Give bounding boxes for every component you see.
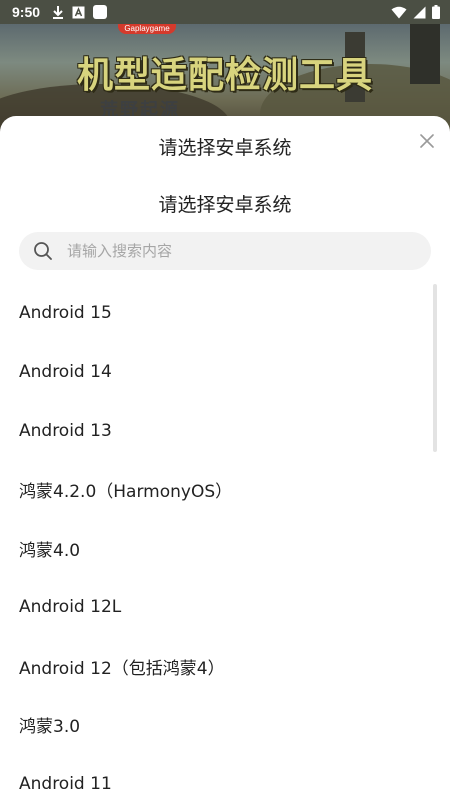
list-item[interactable]: Android 11 (0, 754, 430, 800)
search-input[interactable] (65, 241, 389, 261)
wifi-icon (391, 6, 407, 19)
android-version-picker-sheet: 请选择安卓系统 请选择安卓系统 Android 15 Android 14 An… (0, 116, 450, 800)
status-system-icons (391, 5, 440, 19)
a-box-icon (72, 6, 85, 19)
list-item[interactable]: 鸿蒙3.0 (0, 696, 430, 755)
list-item[interactable]: Android 12（包括鸿蒙4） (0, 637, 430, 696)
battery-icon (432, 5, 440, 19)
sheet-title: 请选择安卓系统 (158, 137, 292, 159)
status-bar: 9:50 (0, 0, 450, 24)
list-item[interactable]: 鸿蒙4.0 (0, 519, 430, 578)
list-item[interactable]: Android 15 (0, 284, 430, 343)
list-item[interactable]: Android 13 (0, 402, 430, 461)
download-icon (52, 5, 64, 19)
search-box[interactable] (19, 232, 431, 270)
banner-title: 机型适配检测工具 (76, 55, 373, 96)
white-square-icon (93, 5, 108, 19)
list-item[interactable]: Android 14 (0, 343, 430, 402)
close-icon (420, 134, 434, 148)
banner-logo: Gaplaygame (118, 24, 176, 34)
status-notification-icons (52, 5, 108, 19)
status-time: 9:50 (12, 4, 41, 20)
list-item[interactable]: 鸿蒙4.2.0（HarmonyOS） (0, 460, 430, 519)
list-scrollbar[interactable] (433, 284, 437, 452)
close-button[interactable] (414, 128, 440, 154)
list-item[interactable]: Android 12L (0, 578, 430, 637)
android-version-list: Android 15 Android 14 Android 13 鸿蒙4.2.0… (0, 284, 430, 800)
cell-signal-icon (413, 6, 426, 19)
sheet-subtitle: 请选择安卓系统 (158, 194, 292, 216)
search-icon (34, 242, 52, 260)
